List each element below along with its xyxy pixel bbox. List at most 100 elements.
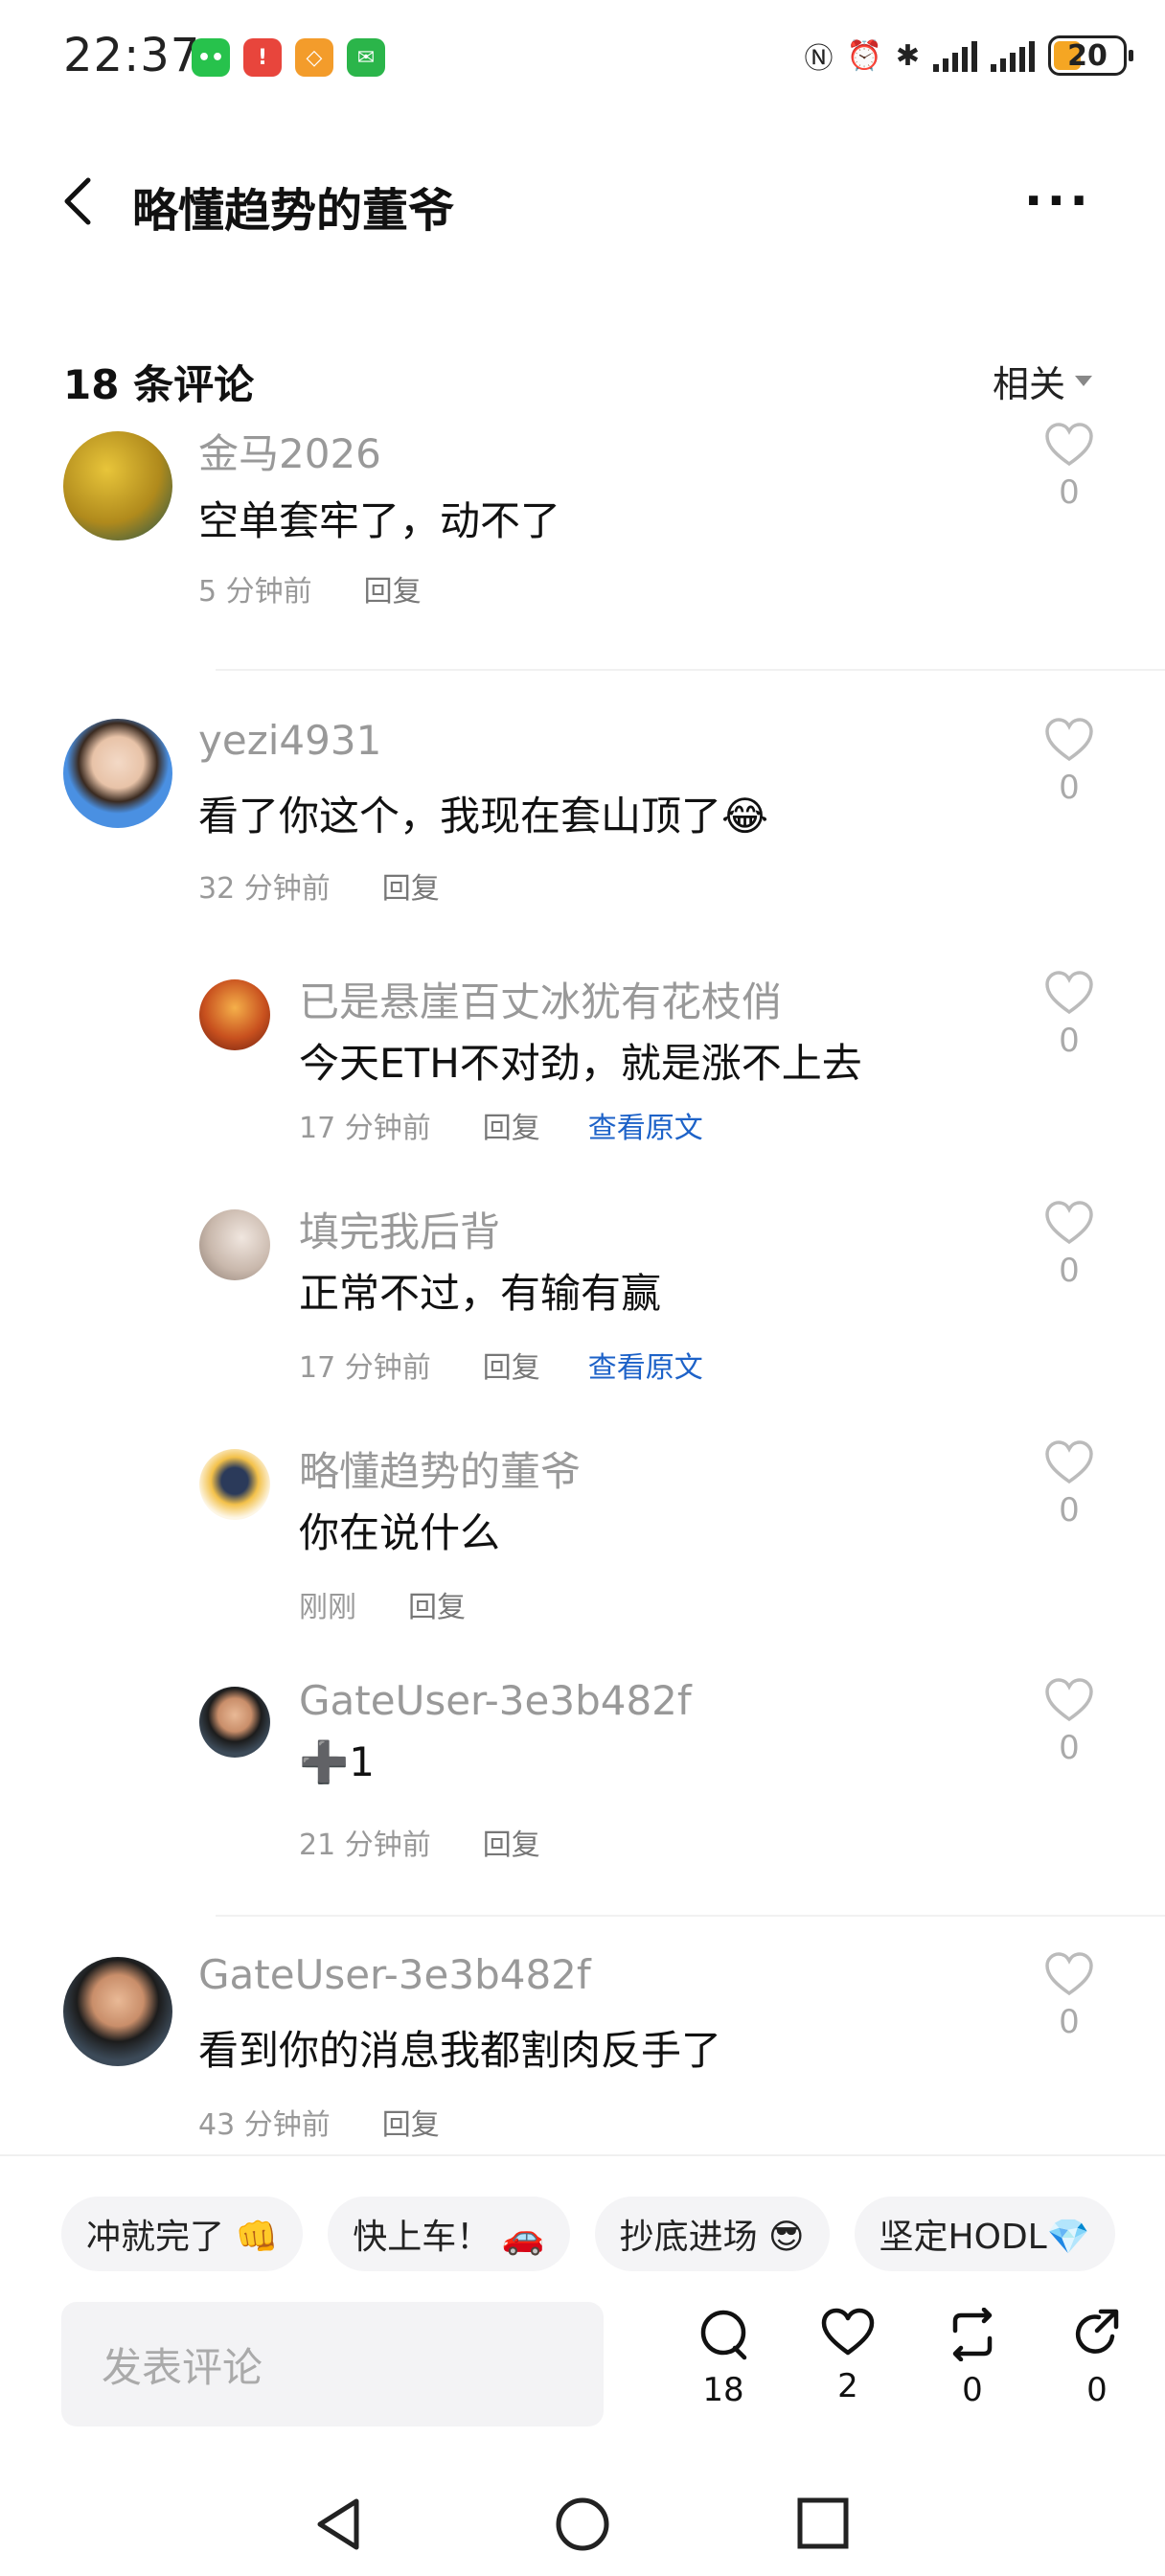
- orange-app-icon: ◇: [295, 38, 333, 77]
- like-count: 0: [1059, 1252, 1080, 1290]
- avatar[interactable]: [63, 719, 172, 828]
- reply-item: 填完我后背 正常不过，有输有赢 17 分钟前 回复 查看原文 0: [0, 1198, 1165, 1438]
- system-icons: Ⓝ ⏰ ✱ 20: [805, 34, 1133, 77]
- like-button[interactable]: 0: [1040, 1439, 1098, 1530]
- sort-label: 相关: [992, 363, 1065, 405]
- view-original-link[interactable]: 查看原文: [588, 1104, 703, 1146]
- likes-button[interactable]: 2: [786, 2308, 910, 2409]
- reply-button[interactable]: 回复: [483, 1344, 540, 1386]
- sort-dropdown[interactable]: 相关: [993, 355, 1092, 407]
- heart-icon: [1045, 423, 1093, 467]
- comment-time: 5 分钟前: [198, 575, 312, 609]
- reply-button[interactable]: 回复: [364, 567, 422, 610]
- comments-count-row: 18 条评论 相关: [0, 345, 1165, 412]
- avatar[interactable]: [199, 1209, 270, 1280]
- avatar[interactable]: [199, 979, 270, 1050]
- like-button[interactable]: 0: [1040, 1951, 1098, 2041]
- reply-button[interactable]: 回复: [483, 1821, 540, 1863]
- reply-item: 已是悬崖百丈冰犹有花枝俏 今天ETH不对劲，就是涨不上去 17 分钟前 回复 查…: [0, 958, 1165, 1198]
- comment-text: 你在说什么: [299, 1509, 501, 1556]
- comment-username[interactable]: 已是悬崖百丈冰犹有花枝俏: [299, 970, 782, 1028]
- comment-bubble-icon: [700, 2310, 747, 2360]
- comment-input[interactable]: 发表评论: [61, 2302, 604, 2426]
- notification-icons: •• ! ◇ ✉: [192, 38, 385, 77]
- share-button[interactable]: 0: [1035, 2308, 1159, 2409]
- like-count: 0: [1059, 473, 1080, 512]
- quick-replies: 冲就完了 👊 快上车！ 🚗 抄底进场 😎 坚定HODL💎: [61, 2196, 1115, 2271]
- repost-button[interactable]: 0: [910, 2307, 1035, 2409]
- wechat-icon: ✉: [347, 38, 385, 77]
- avatar[interactable]: [199, 1687, 270, 1758]
- comment-meta: 21 分钟前 回复: [299, 1821, 540, 1863]
- chevron-left-icon: [64, 177, 91, 225]
- like-button[interactable]: 0: [1040, 1677, 1098, 1767]
- repost-count: 0: [962, 2371, 983, 2409]
- likes-count: 2: [837, 2367, 858, 2405]
- comment-time: 17 分钟前: [299, 1112, 431, 1145]
- comment-meta: 43 分钟前 回复: [198, 2101, 440, 2143]
- comment-list[interactable]: 金马2026 空单套牢了，动不了 5 分钟前 回复 0 yezi4931 看了你…: [0, 422, 1165, 2154]
- comment-text: 看到你的消息我都割肉反手了: [198, 2027, 722, 2074]
- triangle-back-icon: [317, 2498, 359, 2550]
- comment-username[interactable]: yezi4931: [198, 717, 381, 764]
- quick-reply-chip[interactable]: 快上车！ 🚗: [328, 2196, 570, 2271]
- comment-meta: 刚刚 回复: [299, 1583, 466, 1625]
- comments-button[interactable]: 18: [661, 2308, 786, 2409]
- page-title: 略懂趋势的董爷: [132, 184, 455, 238]
- like-button[interactable]: 0: [1040, 1200, 1098, 1290]
- like-count: 0: [1059, 1022, 1080, 1060]
- comment-text: 空单套牢了，动不了: [198, 497, 561, 544]
- bluetooth-icon: ✱: [895, 38, 920, 73]
- status-time: 22:37: [63, 29, 201, 82]
- nav-back-button[interactable]: [312, 2496, 366, 2557]
- quick-reply-chip[interactable]: 冲就完了 👊: [61, 2196, 304, 2271]
- comment-text: 正常不过，有输有赢: [299, 1270, 662, 1317]
- battery-level: 20: [1067, 38, 1108, 73]
- like-count: 0: [1059, 769, 1080, 807]
- like-button[interactable]: 0: [1040, 970, 1098, 1060]
- like-count: 0: [1059, 2003, 1080, 2041]
- reply-item: GateUser-3e3b482f ➕1 21 分钟前 回复 0: [0, 1675, 1165, 1915]
- reply-button[interactable]: 回复: [382, 864, 440, 907]
- reply-item: 略懂趋势的董爷 你在说什么 刚刚 回复 0: [0, 1438, 1165, 1677]
- repost-icon: [952, 2307, 993, 2362]
- reply-button[interactable]: 回复: [483, 1104, 540, 1146]
- comment-item: yezi4931 看了你这个，我现在套山顶了😂 32 分钟前 回复 0: [0, 700, 1165, 968]
- quick-reply-chip[interactable]: 抄底进场 😎: [594, 2196, 830, 2271]
- comment-time: 43 分钟前: [198, 2108, 331, 2142]
- like-button[interactable]: 0: [1040, 422, 1098, 512]
- bottom-panel: 冲就完了 👊 快上车！ 🚗 抄底进场 😎 坚定HODL💎 发表评论 18 2 0…: [0, 2154, 1165, 2576]
- reply-button[interactable]: 回复: [382, 2101, 440, 2143]
- comment-username[interactable]: 填完我后背: [299, 1200, 500, 1258]
- share-icon: [1075, 2309, 1119, 2354]
- quick-reply-chip[interactable]: 坚定HODL💎: [854, 2196, 1115, 2271]
- comment-username[interactable]: GateUser-3e3b482f: [299, 1677, 692, 1724]
- nav-home-button[interactable]: [554, 2496, 611, 2557]
- divider: [216, 669, 1165, 671]
- heart-icon: [1045, 1678, 1093, 1722]
- comment-time: 21 分钟前: [299, 1828, 431, 1862]
- comment-username[interactable]: 略懂趋势的董爷: [299, 1439, 581, 1498]
- back-button[interactable]: [59, 174, 98, 228]
- more-options-button[interactable]: ···: [1024, 172, 1092, 230]
- comment-username[interactable]: GateUser-3e3b482f: [198, 1951, 591, 1998]
- comment-item: 金马2026 空单套牢了，动不了 5 分钟前 回复 0: [0, 422, 1165, 661]
- heart-icon: [1045, 718, 1093, 762]
- comment-username[interactable]: 金马2026: [198, 422, 381, 480]
- status-bar: 22:37 •• ! ◇ ✉ Ⓝ ⏰ ✱ 20: [0, 0, 1165, 115]
- avatar[interactable]: [63, 1957, 172, 2066]
- view-original-link[interactable]: 查看原文: [588, 1344, 703, 1386]
- like-button[interactable]: 0: [1040, 717, 1098, 807]
- avatar[interactable]: [63, 431, 172, 540]
- comment-time: 刚刚: [299, 1591, 356, 1624]
- avatar[interactable]: [199, 1449, 270, 1520]
- reply-button[interactable]: 回复: [408, 1583, 466, 1625]
- square-recents-icon: [797, 2497, 849, 2549]
- comment-count: 18 条评论: [63, 361, 255, 408]
- comment-meta: 17 分钟前 回复 查看原文: [299, 1104, 703, 1146]
- circle-home-icon: [556, 2497, 609, 2551]
- page-header: 略懂趋势的董爷 ···: [0, 153, 1165, 249]
- heart-icon: [1045, 1201, 1093, 1245]
- nav-recents-button[interactable]: [795, 2496, 851, 2555]
- comment-time: 17 分钟前: [299, 1351, 431, 1385]
